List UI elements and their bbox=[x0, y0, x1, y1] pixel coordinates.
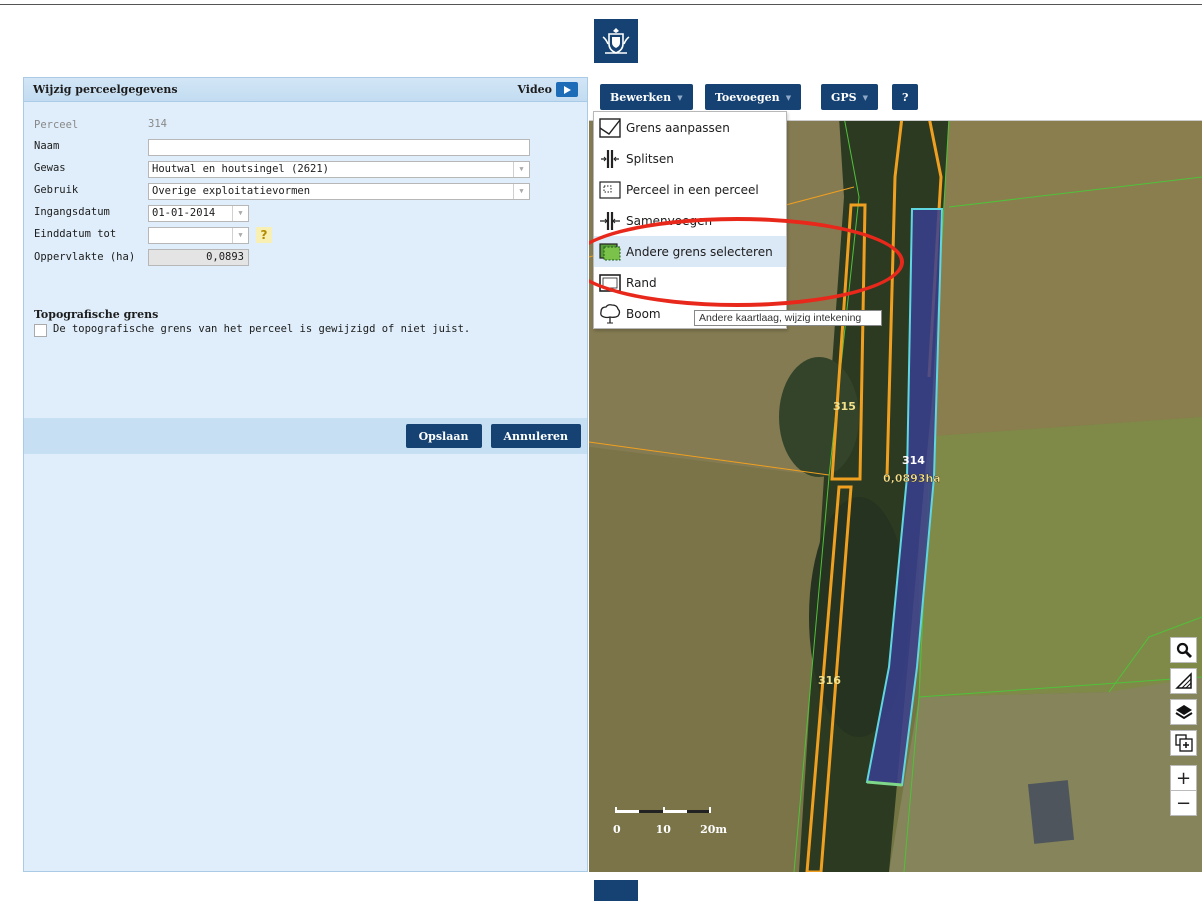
gebruik-select[interactable]: Overige exploitatievormen ▼ bbox=[148, 183, 530, 200]
cancel-button[interactable]: Annuleren bbox=[490, 424, 581, 448]
einddatum-label: Einddatum tot bbox=[34, 228, 117, 240]
field-east bbox=[919, 417, 1202, 697]
zoom-in-button[interactable]: + bbox=[1170, 765, 1197, 791]
tooltip: Andere kaartlaag, wijzig intekening bbox=[694, 310, 882, 326]
scale-labels: 0 10 20m bbox=[613, 823, 727, 836]
parcel-label-316: 316 bbox=[818, 674, 841, 687]
topo-section-title: Topografische grens bbox=[34, 308, 159, 321]
topo-checkbox-label[interactable]: De topografische grens van het perceel i… bbox=[53, 323, 470, 335]
measure-icon[interactable] bbox=[1170, 668, 1197, 694]
einddatum-select[interactable]: ▼ bbox=[148, 227, 249, 244]
tree-icon bbox=[598, 303, 622, 325]
chevron-down-icon: ▼ bbox=[785, 92, 792, 102]
edit-parcel-panel: Wijzig perceelgegevens Video Perceel 314… bbox=[23, 77, 588, 872]
gewas-label: Gewas bbox=[34, 162, 66, 174]
naam-label: Naam bbox=[34, 140, 60, 152]
map-view[interactable]: 315 314 0,0893ha 316 Bewerken ▼ Toevoegen… bbox=[589, 77, 1202, 872]
chevron-down-icon[interactable]: ▼ bbox=[232, 228, 248, 243]
scale-label-10: 10 bbox=[655, 823, 671, 836]
tree-cluster bbox=[779, 357, 859, 477]
search-icon[interactable] bbox=[1170, 637, 1197, 663]
parcel-area-label: 0,0893ha bbox=[883, 472, 941, 485]
field-northeast bbox=[919, 117, 1202, 437]
video-play-button[interactable] bbox=[556, 82, 578, 97]
chevron-down-icon: ▼ bbox=[862, 92, 868, 102]
add-menu-button[interactable]: Toevoegen ▼ bbox=[705, 84, 802, 110]
menu-item-label: Grens aanpassen bbox=[626, 120, 730, 135]
chevron-down-icon: ▼ bbox=[677, 92, 683, 102]
parcel-in-parcel-icon bbox=[598, 179, 622, 201]
perceel-label: Perceel bbox=[34, 119, 79, 131]
menu-item-perceel-in-een-perceel[interactable]: Perceel in een perceel bbox=[594, 174, 786, 205]
split-icon bbox=[598, 148, 622, 170]
gps-menu-label: GPS bbox=[831, 90, 857, 104]
scale-label-0: 0 bbox=[613, 823, 621, 836]
gewas-value: Houtwal en houtsingel (2621) bbox=[152, 163, 330, 175]
naam-input[interactable] bbox=[148, 139, 530, 156]
panel-header: Wijzig perceelgegevens Video bbox=[24, 78, 587, 102]
button-bar: Opslaan Annuleren bbox=[24, 418, 587, 454]
parcel-label-315: 315 bbox=[833, 400, 856, 413]
ingangsdatum-label: Ingangsdatum bbox=[34, 206, 110, 218]
oppervlakte-label: Oppervlakte (ha) bbox=[34, 251, 136, 263]
menu-item-grens-aanpassen[interactable]: Grens aanpassen bbox=[594, 112, 786, 143]
save-button[interactable]: Opslaan bbox=[405, 424, 482, 448]
edit-menu-label: Bewerken bbox=[610, 90, 672, 104]
footer-block bbox=[594, 880, 638, 901]
ingangsdatum-select[interactable]: 01-01-2014 ▼ bbox=[148, 205, 249, 222]
page-root: Wijzig perceelgegevens Video Perceel 314… bbox=[0, 0, 1202, 901]
menu-item-label: Boom bbox=[626, 306, 661, 321]
royal-coat-of-arms-icon bbox=[594, 19, 638, 63]
menu-item-label: Perceel in een perceel bbox=[626, 182, 759, 197]
gebruik-value: Overige exploitatievormen bbox=[152, 185, 311, 197]
zoom-out-button[interactable]: − bbox=[1170, 790, 1197, 816]
chevron-down-icon[interactable]: ▼ bbox=[513, 162, 529, 177]
add-layer-icon[interactable] bbox=[1170, 730, 1197, 756]
panel-title: Wijzig perceelgegevens bbox=[33, 83, 178, 96]
edit-boundary-icon bbox=[598, 117, 622, 139]
field-southeast bbox=[889, 677, 1202, 872]
add-menu-label: Toevoegen bbox=[715, 90, 780, 104]
merge-icon bbox=[598, 210, 622, 232]
layers-icon[interactable] bbox=[1170, 699, 1197, 725]
building bbox=[1027, 780, 1075, 844]
oppervlakte-field: 0,0893 bbox=[148, 249, 249, 266]
gebruik-label: Gebruik bbox=[34, 184, 79, 196]
chevron-down-icon[interactable]: ▼ bbox=[232, 206, 248, 221]
help-label: ? bbox=[902, 90, 909, 104]
gewas-select[interactable]: Houtwal en houtsingel (2621) ▼ bbox=[148, 161, 530, 178]
gps-menu-button[interactable]: GPS ▼ bbox=[821, 84, 878, 110]
parcel-form: Perceel 314 Naam Gewas Houtwal en houtsi… bbox=[24, 102, 587, 418]
parcel-label-314: 314 bbox=[902, 454, 925, 467]
chevron-down-icon[interactable]: ▼ bbox=[513, 184, 529, 199]
top-divider bbox=[0, 4, 1202, 5]
play-icon bbox=[564, 85, 571, 94]
topo-checkbox[interactable] bbox=[34, 324, 47, 337]
ingangsdatum-value: 01-01-2014 bbox=[152, 207, 216, 219]
scale-bar bbox=[615, 807, 711, 813]
help-icon[interactable]: ? bbox=[256, 227, 272, 243]
menu-item-splitsen[interactable]: Splitsen bbox=[594, 143, 786, 174]
edit-menu-button[interactable]: Bewerken ▼ bbox=[600, 84, 693, 110]
menu-item-label: Splitsen bbox=[626, 151, 674, 166]
help-button[interactable]: ? bbox=[892, 84, 919, 110]
video-label[interactable]: Video bbox=[517, 83, 552, 96]
scale-label-20m: 20m bbox=[700, 823, 728, 836]
perceel-value: 314 bbox=[148, 118, 167, 130]
